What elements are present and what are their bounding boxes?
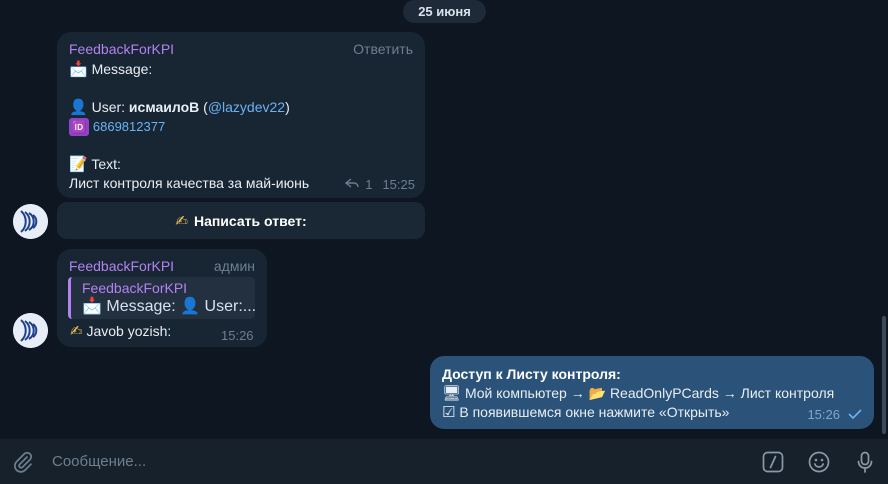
- attach-icon[interactable]: [12, 451, 34, 473]
- user-id-link[interactable]: 6869812377: [93, 119, 165, 134]
- microphone-icon[interactable]: [854, 451, 876, 473]
- chat-history[interactable]: 25 июня FeedbackForKPI Ответить 📩 Messag…: [0, 0, 888, 438]
- write-reply-button[interactable]: ✍ Написать ответ:: [57, 202, 425, 239]
- date-separator: 25 июня: [403, 0, 486, 23]
- quote-preview: 📩 Message: 👤 User:...: [82, 298, 255, 315]
- user-icon: 👤: [69, 98, 88, 116]
- path-line: 🖥 Мой компьютер → 📂 ReadOnlyPCards → Лис…: [442, 384, 834, 403]
- quoted-message[interactable]: FeedbackForKPI 📩 Message: 👤 User:...: [68, 277, 255, 319]
- reply-text-line: ✍ Javob yozish:: [70, 322, 171, 340]
- message-meta: 15:26: [807, 405, 862, 424]
- message-time: 15:26: [807, 407, 840, 422]
- message-label: Message:: [91, 61, 153, 77]
- computer-icon: 🖥: [442, 384, 462, 402]
- write-reply-label: Написать ответ:: [193, 212, 307, 229]
- emoji-icon[interactable]: [808, 451, 830, 473]
- message-time: 15:25: [382, 177, 415, 192]
- id-line: 🆔 6869812377: [69, 117, 409, 136]
- reply-action[interactable]: Ответить: [353, 40, 413, 59]
- bot-avatar-icon: [13, 313, 48, 348]
- date-separator-label: 25 июня: [418, 4, 471, 19]
- replies-count[interactable]: 1: [365, 175, 372, 194]
- message-bubble-1[interactable]: FeedbackForKPI Ответить 📩 Message: 👤 Use…: [57, 32, 425, 198]
- text-label: Text:: [91, 156, 121, 172]
- chat-scrollbar[interactable]: [882, 316, 886, 434]
- quote-sender: FeedbackForKPI: [82, 280, 188, 296]
- outgoing-message-bubble[interactable]: Доступ к Листу контроля: 🖥 Мой компьютер…: [430, 356, 874, 429]
- message-input[interactable]: Сообщение...: [52, 453, 146, 470]
- message-meta: 1 15:25: [345, 175, 415, 194]
- user-line: 👤 User: исмаилоВ (@lazydev22): [69, 98, 409, 117]
- bot-avatar-icon: [13, 204, 48, 239]
- instruction-line: ☑ В появившемся окне нажмите «Открыть»: [442, 403, 834, 422]
- reply-arrow-icon[interactable]: [345, 175, 359, 194]
- writing-hand-icon: ✍: [70, 322, 83, 340]
- paren-close: ): [285, 99, 290, 115]
- checkbox-icon: ☑: [442, 403, 456, 421]
- user-label: User:: [91, 99, 126, 115]
- message-sender[interactable]: FeedbackForKPI: [69, 257, 174, 276]
- message-composer: Сообщение...: [0, 438, 888, 484]
- reply-text: Javob yozish:: [86, 323, 172, 339]
- message-sender[interactable]: FeedbackForKPI: [69, 40, 174, 59]
- writing-hand-icon: ✍: [175, 211, 188, 230]
- message-title: Доступ к Листу контроля:: [442, 366, 621, 382]
- bot-avatar[interactable]: [13, 204, 48, 239]
- id-icon: 🆔: [69, 118, 89, 136]
- memo-icon: 📝: [69, 155, 88, 173]
- message-time: 15:26: [221, 328, 254, 343]
- admin-badge: админ: [213, 258, 255, 274]
- envelope-icon: 📩: [69, 60, 88, 78]
- read-check-icon: [848, 405, 862, 424]
- user-name: исмаилоВ: [128, 99, 200, 115]
- bot-avatar[interactable]: [13, 313, 48, 348]
- username-link[interactable]: @lazydev22: [208, 99, 285, 115]
- bot-commands-icon[interactable]: [762, 451, 784, 473]
- instruction-text: В появившемся окне нажмите «Открыть»: [459, 404, 730, 420]
- text-line: 📝 Text:: [69, 155, 409, 174]
- path-text: Мой компьютер → 📂 ReadOnlyPCards → Лист …: [464, 385, 835, 401]
- message-line: 📩 Message:: [69, 60, 409, 79]
